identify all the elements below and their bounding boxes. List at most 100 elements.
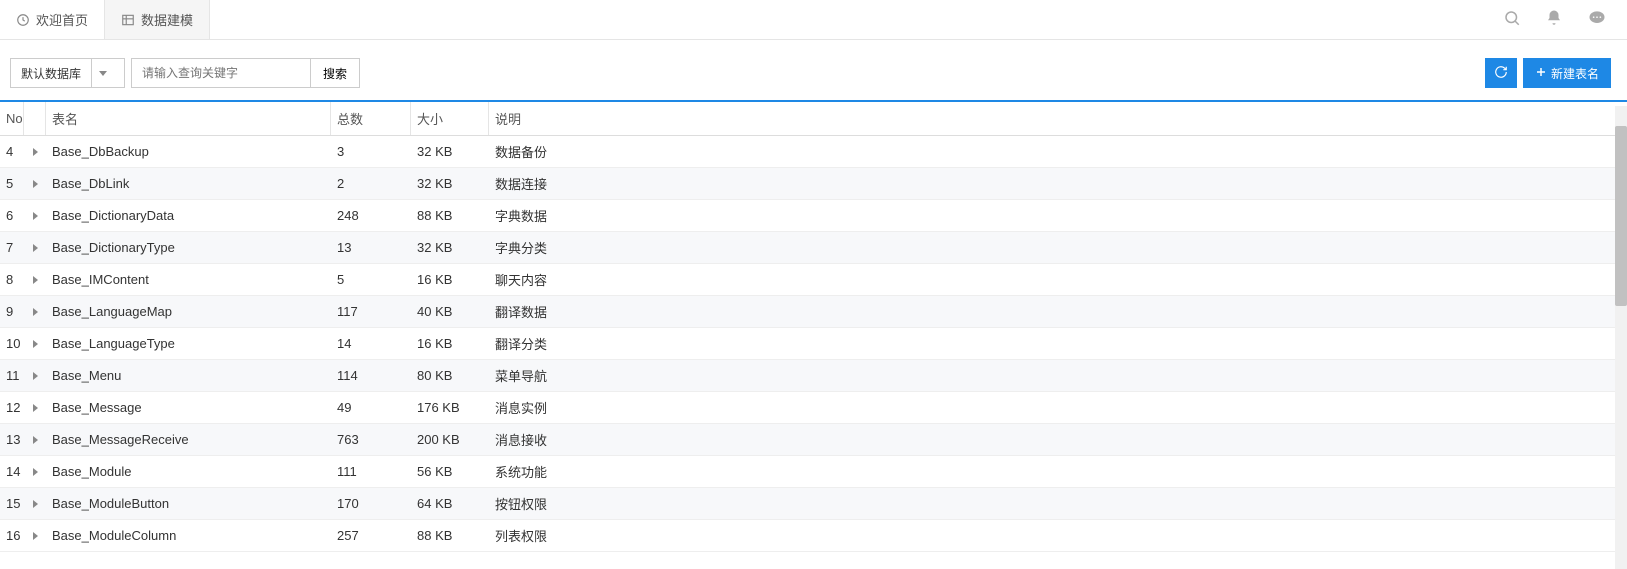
cell-total: 114	[331, 368, 411, 383]
cell-desc: 消息接收	[489, 430, 1627, 449]
table-row[interactable]: 7Base_DictionaryType1332 KB字典分类	[0, 232, 1627, 264]
refresh-icon	[1494, 65, 1508, 82]
cell-no: 15	[0, 496, 24, 511]
caret-right-icon	[33, 180, 38, 188]
cell-desc: 列表权限	[489, 526, 1627, 545]
expand-toggle[interactable]	[24, 276, 46, 284]
cell-desc: 字典数据	[489, 206, 1627, 225]
cell-size: 16 KB	[411, 272, 489, 287]
cell-desc: 菜单导航	[489, 366, 1627, 385]
cell-no: 4	[0, 144, 24, 159]
column-header-size[interactable]: 大小	[411, 102, 489, 135]
cell-no: 7	[0, 240, 24, 255]
cell-name: Base_DbLink	[46, 176, 331, 191]
table-row[interactable]: 10Base_LanguageType1416 KB翻译分类	[0, 328, 1627, 360]
cell-size: 16 KB	[411, 336, 489, 351]
expand-toggle[interactable]	[24, 468, 46, 476]
expand-toggle[interactable]	[24, 212, 46, 220]
cell-name: Base_Message	[46, 400, 331, 415]
table-row[interactable]: 11Base_Menu11480 KB菜单导航	[0, 360, 1627, 392]
cell-name: Base_IMContent	[46, 272, 331, 287]
cell-desc: 系统功能	[489, 462, 1627, 481]
expand-toggle[interactable]	[24, 372, 46, 380]
caret-right-icon	[33, 276, 38, 284]
tab-home[interactable]: 欢迎首页	[0, 0, 105, 39]
cell-size: 56 KB	[411, 464, 489, 479]
caret-right-icon	[33, 532, 38, 540]
cell-total: 117	[331, 304, 411, 319]
table-row[interactable]: 16Base_ModuleColumn25788 KB列表权限	[0, 520, 1627, 552]
cell-no: 13	[0, 432, 24, 447]
search-icon[interactable]	[1503, 9, 1521, 30]
table-row[interactable]: 9Base_LanguageMap11740 KB翻译数据	[0, 296, 1627, 328]
cell-no: 10	[0, 336, 24, 351]
cell-size: 176 KB	[411, 400, 489, 415]
table-row[interactable]: 14Base_Module11156 KB系统功能	[0, 456, 1627, 488]
search-input[interactable]	[131, 58, 311, 88]
column-header-no[interactable]: No	[0, 102, 24, 135]
table-row[interactable]: 13 Base_MessageReceive763200 KB消息接收	[0, 424, 1627, 456]
expand-toggle[interactable]	[24, 500, 46, 508]
table-row[interactable]: 8Base_IMContent516 KB聊天内容	[0, 264, 1627, 296]
cell-total: 49	[331, 400, 411, 415]
refresh-button[interactable]	[1485, 58, 1517, 88]
table-header: No 表名 总数 大小 说明	[0, 102, 1627, 136]
cell-name: Base_Menu	[46, 368, 331, 383]
vertical-scrollbar[interactable]	[1615, 106, 1627, 569]
cell-desc: 字典分类	[489, 238, 1627, 257]
expand-toggle[interactable]	[24, 244, 46, 252]
search-button[interactable]: 搜索	[311, 58, 360, 88]
table-icon	[121, 13, 135, 27]
column-header-name[interactable]: 表名	[46, 102, 331, 135]
expand-toggle[interactable]	[24, 340, 46, 348]
expand-toggle[interactable]	[24, 308, 46, 316]
cell-name: Base_Module	[46, 464, 331, 479]
new-table-button[interactable]: 新建表名	[1523, 58, 1611, 88]
column-header-total[interactable]: 总数	[331, 102, 411, 135]
cell-total: 170	[331, 496, 411, 511]
database-select-label: 默认数据库	[21, 65, 81, 82]
cell-name: Base_MessageReceive	[46, 432, 331, 447]
cell-no: 14	[0, 464, 24, 479]
cell-size: 200 KB	[411, 432, 489, 447]
cell-size: 32 KB	[411, 144, 489, 159]
database-select[interactable]: 默认数据库	[10, 58, 125, 88]
tab-label: 欢迎首页	[36, 10, 88, 29]
chat-icon[interactable]	[1587, 8, 1607, 31]
table-row[interactable]: 15Base_ModuleButton17064 KB按钮权限	[0, 488, 1627, 520]
expand-toggle[interactable]	[24, 148, 46, 156]
expand-toggle[interactable]	[24, 404, 46, 412]
cell-total: 2	[331, 176, 411, 191]
cell-desc: 数据连接	[489, 174, 1627, 193]
expand-toggle[interactable]	[24, 532, 46, 540]
cell-total: 763	[331, 432, 411, 447]
scrollbar-thumb[interactable]	[1615, 126, 1627, 306]
caret-right-icon	[33, 244, 38, 252]
cell-name: Base_LanguageType	[46, 336, 331, 351]
caret-right-icon	[33, 436, 38, 444]
caret-right-icon	[33, 148, 38, 156]
cell-size: 80 KB	[411, 368, 489, 383]
column-header-desc[interactable]: 说明	[489, 102, 1627, 135]
expand-toggle[interactable]	[24, 436, 46, 444]
cell-desc: 按钮权限	[489, 494, 1627, 513]
cell-size: 32 KB	[411, 176, 489, 191]
tab-data-modeling[interactable]: 数据建模	[105, 0, 210, 39]
table-row[interactable]: 5Base_DbLink232 KB数据连接	[0, 168, 1627, 200]
cell-size: 88 KB	[411, 528, 489, 543]
cell-size: 40 KB	[411, 304, 489, 319]
caret-right-icon	[33, 212, 38, 220]
cell-size: 88 KB	[411, 208, 489, 223]
caret-down-icon	[99, 71, 107, 76]
expand-toggle[interactable]	[24, 180, 46, 188]
bell-icon[interactable]	[1545, 9, 1563, 30]
table-row[interactable]: 4Base_DbBackup332 KB数据备份	[0, 136, 1627, 168]
cell-no: 8	[0, 272, 24, 287]
cell-total: 257	[331, 528, 411, 543]
table-row[interactable]: 12Base_Message49176 KB消息实例	[0, 392, 1627, 424]
dashboard-icon	[16, 13, 30, 27]
caret-right-icon	[33, 308, 38, 316]
table-row[interactable]: 6Base_DictionaryData24888 KB字典数据	[0, 200, 1627, 232]
cell-total: 248	[331, 208, 411, 223]
cell-name: Base_ModuleButton	[46, 496, 331, 511]
